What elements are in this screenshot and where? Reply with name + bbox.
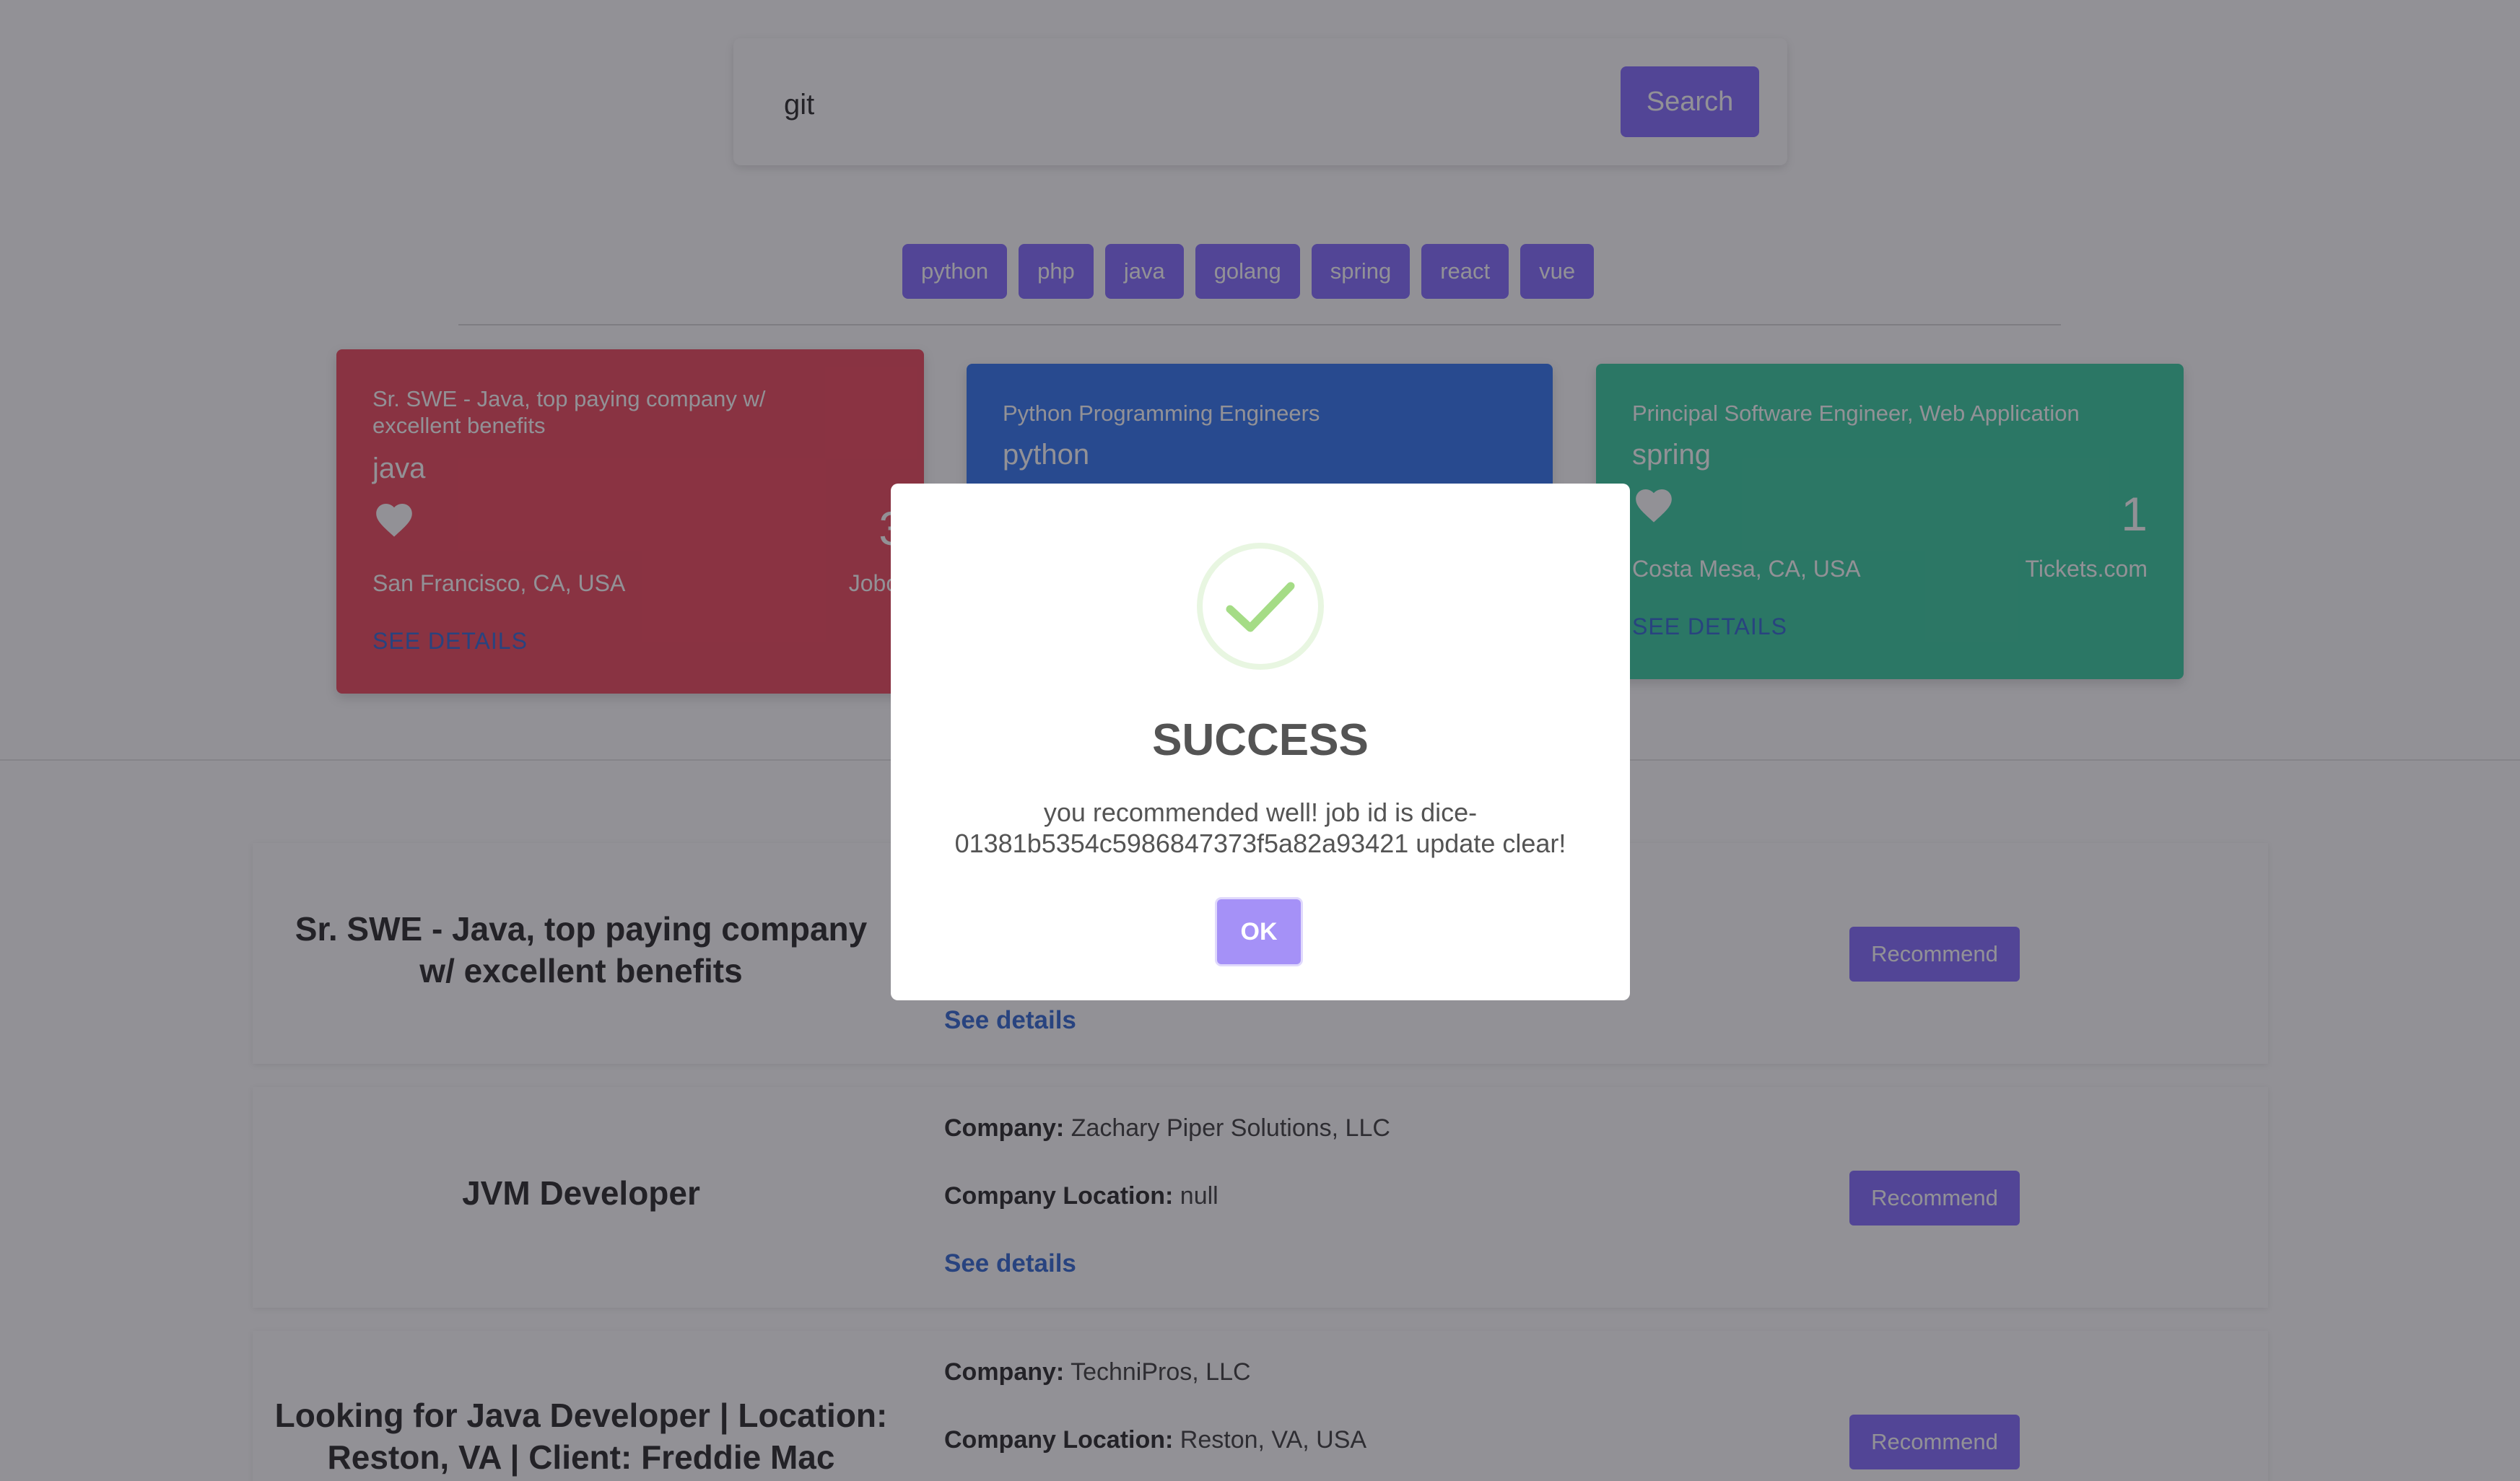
- page: Search python php java golang spring rea…: [0, 0, 2520, 1481]
- dialog-message: you recommended well! job id is dice-013…: [954, 798, 1566, 858]
- success-dialog: SUCCESS you recommended well! job id is …: [891, 484, 1630, 1000]
- dialog-title: SUCCESS: [1152, 715, 1369, 765]
- ok-button[interactable]: OK: [1217, 899, 1301, 964]
- checkmark-icon: [1197, 543, 1324, 670]
